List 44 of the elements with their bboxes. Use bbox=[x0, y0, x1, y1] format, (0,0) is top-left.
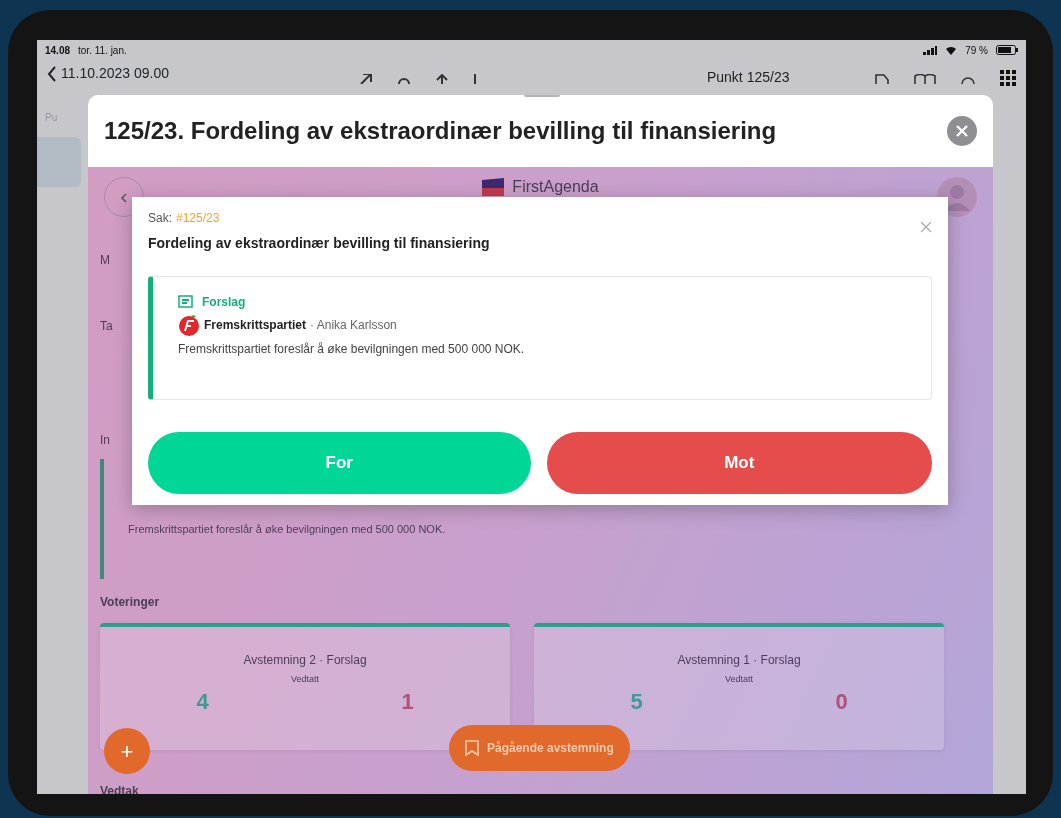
signal-icon bbox=[923, 45, 938, 55]
vote-title: Avstemning 1 · Forslag bbox=[676, 652, 802, 669]
against-count: 0 bbox=[835, 687, 848, 716]
battery-icon bbox=[996, 45, 1018, 55]
arrow-icon[interactable] bbox=[358, 74, 373, 84]
grid-menu-icon[interactable] bbox=[1000, 70, 1016, 86]
vote-result: Vedtatt bbox=[290, 673, 320, 686]
against-count: 1 bbox=[401, 687, 414, 716]
clock-time: 14.08 bbox=[45, 43, 71, 58]
close-icon bbox=[956, 125, 968, 137]
upload-icon[interactable] bbox=[434, 74, 449, 84]
proposal-text: Fremskrittspartiet foreslår å øke bevilgningen med 500 000 NOK. bbox=[178, 341, 526, 358]
battery-percent: 79 % bbox=[965, 43, 988, 58]
date-text: tor. 11. jan. bbox=[78, 43, 127, 58]
close-button[interactable] bbox=[947, 116, 977, 146]
sheet-title: 125/23. Fordeling av ekstraordinær bevilling til finansiering bbox=[104, 116, 777, 146]
case-number: #125/23 bbox=[176, 211, 220, 225]
page-title: Punkt 125/23 bbox=[706, 70, 790, 84]
section-label: Ta bbox=[100, 318, 113, 335]
case-label: Sak: bbox=[148, 211, 172, 225]
brand-name: FirstAgenda bbox=[512, 177, 599, 197]
proposal-kind: Forslag bbox=[202, 294, 246, 311]
logo-icon bbox=[482, 178, 505, 196]
section-heading: Voteringer bbox=[100, 594, 160, 611]
add-button[interactable]: + bbox=[104, 728, 150, 774]
wifi-icon bbox=[945, 45, 958, 55]
back-link[interactable]: 11.10.2023 09.00 bbox=[47, 66, 169, 82]
party-name: Fremskrittspartiet bbox=[204, 317, 307, 334]
party-logo-icon bbox=[178, 314, 200, 336]
ongoing-vote-button[interactable]: Pågående avstemning bbox=[449, 725, 630, 771]
section-label: M bbox=[100, 252, 110, 269]
dialog-title: Fordeling av ekstraordinær bevilling til finansiering bbox=[148, 234, 490, 253]
section-label: In bbox=[100, 432, 110, 449]
proposal-text: Fremskrittspartiet foreslår å øke bevilgningen med 500 000 NOK. bbox=[128, 522, 447, 537]
proposal-icon bbox=[178, 295, 194, 309]
chevron-left-icon bbox=[47, 66, 57, 82]
for-count: 4 bbox=[196, 687, 209, 716]
chevron-left-icon bbox=[120, 192, 128, 203]
vote-title: Avstemning 2 · Forslag bbox=[242, 652, 368, 669]
vote-result: Vedtatt bbox=[724, 673, 754, 686]
against-button[interactable]: Mot bbox=[546, 432, 932, 494]
for-button[interactable]: For bbox=[148, 432, 531, 494]
for-count: 5 bbox=[630, 687, 643, 716]
author-name: · Anika Karlsson bbox=[310, 317, 397, 334]
